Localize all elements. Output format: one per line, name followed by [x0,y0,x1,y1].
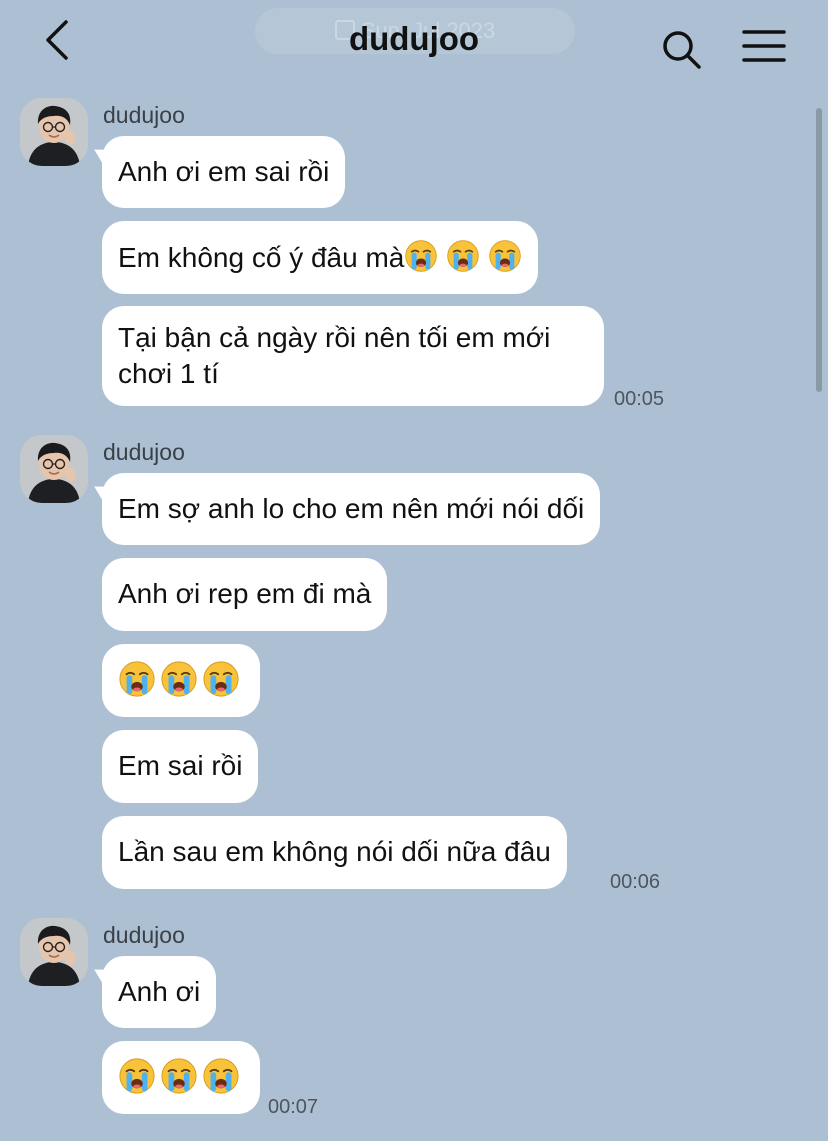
message-timestamp: 00:05 [614,388,665,410]
message-bubble[interactable]: Tại bận cả ngày rồi nên tối em mới chơi … [102,306,604,406]
sender-name: dudujoo [103,439,185,465]
chat-screen: Sun, Jul 2023 dudujoo dudujoo Anh ơi em … [0,0,828,1141]
message-timestamp: 00:07 [268,1096,319,1118]
loudly-crying-face-icon [161,1058,197,1094]
message-text: Em sợ anh lo cho em nên mới nói dối [118,493,585,524]
emoji-group [118,1058,244,1095]
avatar[interactable] [20,98,88,166]
message-text: Em sai rồi [118,750,243,781]
search-button[interactable] [660,28,704,72]
message-text: Anh ơi em sai rồi [118,156,330,187]
chat-header: Sun, Jul 2023 dudujoo [0,0,828,84]
sender-name: dudujoo [103,102,185,128]
sender-name: dudujoo [103,922,185,948]
message-text: Lần sau em không nói dối nữa đâu [118,836,551,867]
message-bubble[interactable]: Anh ơi rep em đi mà [102,558,388,631]
loudly-crying-face-icon [489,240,522,272]
message-bubble[interactable]: Lần sau em không nói dối nữa đâu [102,816,567,889]
message-bubble[interactable] [102,644,260,717]
message-bubble[interactable]: Em không cố ý đâu mà [102,221,539,294]
message-text: Anh ơi rep em đi mà [118,578,372,609]
emoji-group [404,240,522,273]
loudly-crying-face-icon [119,661,155,697]
menu-button[interactable] [740,26,788,66]
message-bubble[interactable]: Anh ơi [102,956,217,1028]
loudly-crying-face-icon [405,240,438,272]
message-bubble[interactable]: Em sai rồi [102,730,259,803]
search-icon [663,31,701,69]
loudly-crying-face-icon [203,1058,239,1094]
emoji-group [118,661,244,698]
loudly-crying-face-icon [203,661,239,697]
scrollbar[interactable] [816,108,822,392]
message-timestamp: 00:06 [610,871,661,893]
loudly-crying-face-icon [119,1058,155,1094]
loudly-crying-face-icon [447,240,480,272]
message-bubble[interactable] [102,1041,260,1114]
message-text: Tại bận cả ngày rồi nên tối em mới chơi … [118,322,551,389]
loudly-crying-face-icon [161,661,197,697]
message-text: Em không cố ý đâu mà [118,242,405,273]
message-bubble[interactable]: Em sợ anh lo cho em nên mới nói dối [102,473,601,545]
hamburger-menu-icon [742,30,786,62]
avatar[interactable] [20,435,88,503]
message-text: Anh ơi [118,976,201,1007]
avatar[interactable] [20,918,88,986]
message-bubble[interactable]: Anh ơi em sai rồi [102,136,346,208]
